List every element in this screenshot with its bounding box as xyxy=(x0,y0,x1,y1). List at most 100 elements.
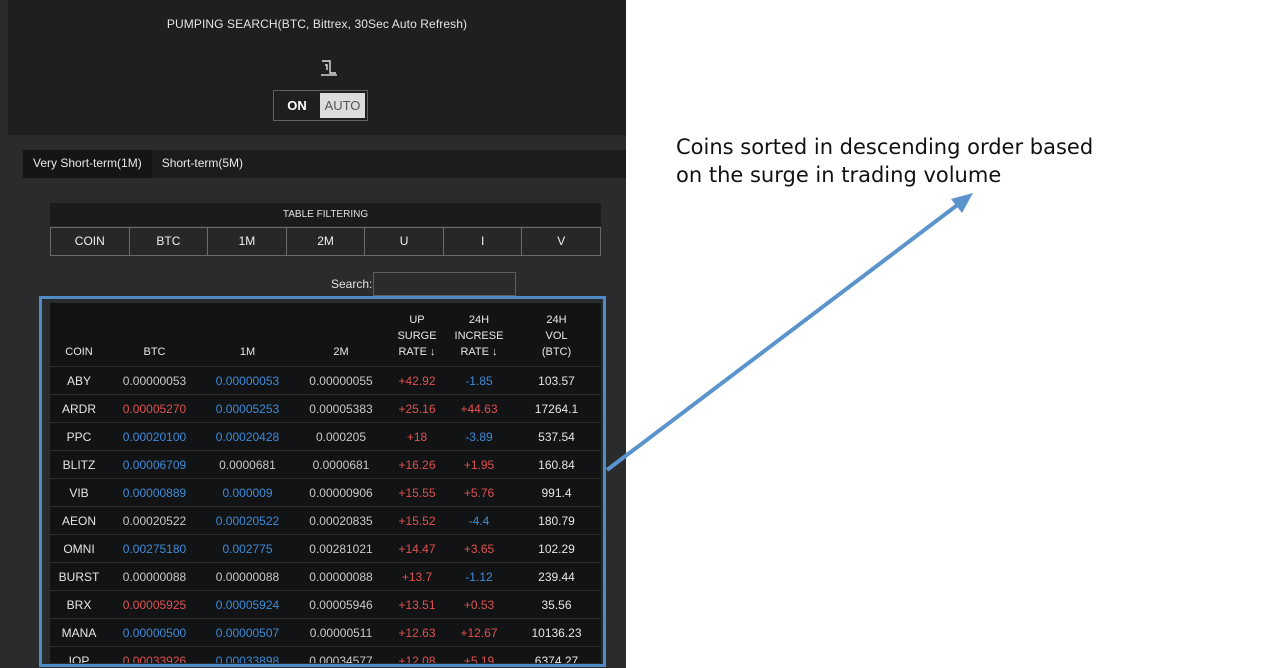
cell-coin: BRX xyxy=(50,590,108,619)
cell-coin: ABY xyxy=(50,366,108,395)
cell-2m: 0.00005946 xyxy=(294,590,388,619)
table-row[interactable]: AEON 0.00020522 0.00020522 0.00020835 +15.52… xyxy=(50,506,601,535)
cell-coin: IOP xyxy=(50,646,108,663)
cell-btc: 0.00000889 xyxy=(108,478,201,507)
table-row[interactable]: OMNI 0.00275180 0.002775 0.00281021 +14.47 +3… xyxy=(50,534,601,563)
cell-btc: 0.00020100 xyxy=(108,422,201,451)
table-row[interactable]: ARDR 0.00005270 0.00005253 0.00005383 +25.16… xyxy=(50,394,601,423)
vol-header-line1: 24H xyxy=(546,314,567,326)
cell-coin: AEON xyxy=(50,506,108,535)
cell-1m: 0.00000053 xyxy=(201,366,294,395)
cell-up-surge-rate: +14.47 xyxy=(388,534,446,563)
cell-up-surge-rate: +18 xyxy=(388,422,446,451)
cell-1m: 0.0000681 xyxy=(201,450,294,479)
cell-up-surge-rate: +12.08 xyxy=(388,646,446,663)
cell-up-surge-rate: +15.52 xyxy=(388,506,446,535)
column-header-2m[interactable]: 2M xyxy=(294,303,388,367)
cell-24h-volume: 35.56 xyxy=(512,590,601,619)
table-header-row: COIN BTC 1M 2M UP SURGE RATE ↓ 24H INCRE… xyxy=(50,303,601,367)
filter-coin-button[interactable]: COIN xyxy=(51,228,130,255)
cell-24h-increase-rate: -1.12 xyxy=(446,562,512,591)
cell-24h-increase-rate: +5.19 xyxy=(446,646,512,663)
cell-coin: ARDR xyxy=(50,394,108,423)
vol-header-line2: VOL xyxy=(545,330,568,342)
cell-24h-volume: 160.84 xyxy=(512,450,601,479)
cell-btc: 0.00000500 xyxy=(108,618,201,647)
table-row[interactable]: BURST 0.00000088 0.00000088 0.00000088 +13.7… xyxy=(50,562,601,591)
cell-up-surge-rate: +13.7 xyxy=(388,562,446,591)
column-header-btc[interactable]: BTC xyxy=(108,303,201,367)
up-header-line2: SURGE xyxy=(397,330,437,342)
cell-24h-increase-rate: +0.53 xyxy=(446,590,512,619)
table-row[interactable]: BLITZ 0.00006709 0.0000681 0.0000681 +16.26 +… xyxy=(50,450,601,479)
cell-btc: 0.00005270 xyxy=(108,394,201,423)
table-row[interactable]: MANA 0.00000500 0.00000507 0.00000511 +12.63… xyxy=(50,618,601,647)
cell-btc: 0.00005925 xyxy=(108,590,201,619)
cell-1m: 0.00000507 xyxy=(201,618,294,647)
cell-24h-increase-rate: +1.95 xyxy=(446,450,512,479)
cell-24h-volume: 10136.23 xyxy=(512,618,601,647)
table-row[interactable]: IOP 0.00033926 0.00033898 0.00034577 +12.08 +… xyxy=(50,646,601,663)
column-header-coin[interactable]: COIN xyxy=(50,303,108,367)
tab-very-short-term[interactable]: Very Short-term(1M) xyxy=(23,150,152,178)
cell-1m: 0.002775 xyxy=(201,534,294,563)
cell-24h-volume: 991.4 xyxy=(512,478,601,507)
search-label: Search: xyxy=(331,277,373,291)
annotation-arrow-line xyxy=(605,201,962,472)
page-title: PUMPING SEARCH(BTC, Bittrex, 30Sec Auto … xyxy=(166,17,468,31)
annotation-line2: on the surge in trading volume xyxy=(676,163,1002,187)
cell-1m: 0.00020522 xyxy=(201,506,294,535)
cell-coin: OMNI xyxy=(50,534,108,563)
cell-2m: 0.00005383 xyxy=(294,394,388,423)
cell-up-surge-rate: +15.55 xyxy=(388,478,446,507)
cell-1m: 0.00005924 xyxy=(201,590,294,619)
cell-24h-increase-rate: -1.85 xyxy=(446,366,512,395)
filter-u-button[interactable]: U xyxy=(365,228,444,255)
toggle-auto-label[interactable]: AUTO xyxy=(320,93,365,118)
cell-24h-volume: 17264.1 xyxy=(512,394,601,423)
table-row[interactable]: PPC 0.00020100 0.00020428 0.000205 +18 -3.89 5… xyxy=(50,422,601,451)
up-header-line1: UP xyxy=(409,314,425,326)
cell-up-surge-rate: +42.92 xyxy=(388,366,446,395)
cell-24h-increase-rate: -3.89 xyxy=(446,422,512,451)
filter-2m-button[interactable]: 2M xyxy=(286,228,366,255)
pumping-search-app: PUMPING SEARCH(BTC, Bittrex, 30Sec Auto … xyxy=(0,0,626,668)
column-header-24h-increase-rate[interactable]: 24H INCRESE RATE ↓ xyxy=(446,303,512,367)
inc-header-line2: INCRESE xyxy=(454,330,504,342)
column-header-up-surge-rate[interactable]: UP SURGE RATE ↓ xyxy=(388,303,446,367)
search-input[interactable] xyxy=(373,272,516,296)
cell-1m: 0.00000088 xyxy=(201,562,294,591)
cell-coin: BURST xyxy=(50,562,108,591)
cell-btc: 0.00000088 xyxy=(108,562,201,591)
cell-2m: 0.00281021 xyxy=(294,534,388,563)
cell-up-surge-rate: +12.63 xyxy=(388,618,446,647)
table-row[interactable]: BRX 0.00005925 0.00005924 0.00005946 +13.51 +… xyxy=(50,590,601,619)
filter-1m-button[interactable]: 1M xyxy=(208,228,287,255)
cell-btc: 0.00006709 xyxy=(108,450,201,479)
table-row[interactable]: ABY 0.00000053 0.00000053 0.00000055 +42.92-… xyxy=(50,366,601,395)
cell-1m: 0.00005253 xyxy=(201,394,294,423)
table-row[interactable]: VIB 0.00000889 0.000009 0.00000906 +15.55 +5.… xyxy=(50,478,601,507)
annotation-text: Coins sorted in descending order based o… xyxy=(676,133,1136,189)
column-header-24h-volume[interactable]: 24H VOL (BTC) xyxy=(512,303,601,367)
column-header-1m[interactable]: 1M xyxy=(201,303,294,367)
table-body: ABY 0.00000053 0.00000053 0.00000055 +42.92-… xyxy=(50,366,601,663)
cell-coin: MANA xyxy=(50,618,108,647)
cell-btc: 0.00275180 xyxy=(108,534,201,563)
cell-24h-increase-rate: -4.4 xyxy=(446,506,512,535)
filter-btc-button[interactable]: BTC xyxy=(129,228,209,255)
switch-icon[interactable] xyxy=(319,57,339,77)
cell-up-surge-rate: +25.16 xyxy=(388,394,446,423)
toggle-on-label[interactable]: ON xyxy=(274,91,320,120)
tab-short-term[interactable]: Short-term(5M) xyxy=(152,150,253,178)
cell-btc: 0.00033926 xyxy=(108,646,201,663)
filter-i-button[interactable]: I xyxy=(443,228,523,255)
coin-table: COIN BTC 1M 2M UP SURGE RATE ↓ 24H INCRE… xyxy=(50,303,601,663)
cell-2m: 0.00000088 xyxy=(294,562,388,591)
auto-refresh-toggle[interactable]: ON AUTO xyxy=(273,90,368,121)
cell-2m: 0.00020835 xyxy=(294,506,388,535)
filter-v-button[interactable]: V xyxy=(522,228,601,255)
cell-24h-volume: 102.29 xyxy=(512,534,601,563)
cell-coin: PPC xyxy=(50,422,108,451)
cell-btc: 0.00000053 xyxy=(108,366,201,395)
